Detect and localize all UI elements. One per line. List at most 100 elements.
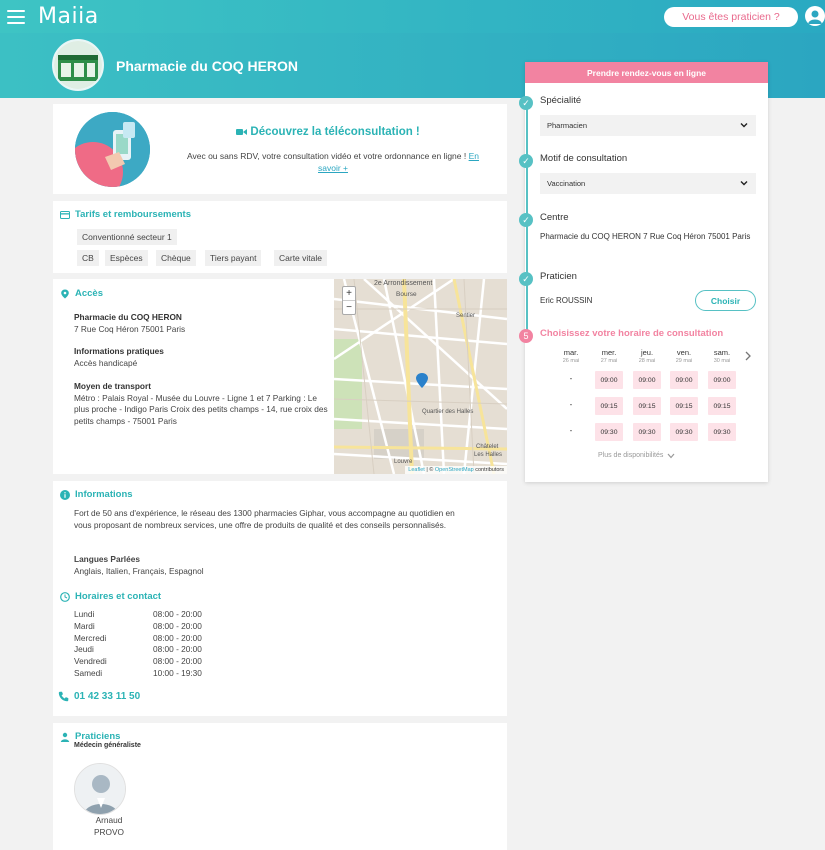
payment-chip: Carte vitale	[274, 250, 327, 266]
centre-label: Centre	[540, 212, 569, 223]
time-slot-button[interactable]: 09:30	[633, 423, 661, 441]
sector-chip: Conventionné secteur 1	[77, 229, 177, 245]
map-label: Bourse	[396, 291, 417, 298]
step-check-icon: ✓	[519, 213, 533, 227]
calendar-day-header: sam. 30 mai	[713, 348, 731, 364]
map-label: Châtelet	[476, 444, 499, 450]
languages-block: Langues Parlées Anglais, Italien, França…	[74, 553, 204, 577]
calendar-day-header: jeu. 28 mai	[638, 348, 656, 364]
time-slot-button[interactable]: 09:15	[670, 397, 698, 415]
informations-text: Fort de 50 ans d'expérience, le réseau d…	[74, 508, 455, 530]
hours-row: Mardi 08:00 - 20:00	[74, 620, 202, 631]
pro-button[interactable]: Vous êtes praticien ?	[664, 7, 798, 27]
page-title: Pharmacie du COQ HERON	[116, 58, 299, 74]
languages-value: Anglais, Italien, Français, Espagnol	[74, 566, 204, 576]
acces-info-block: Informations pratiques Accès handicapé	[74, 346, 334, 369]
teleconsult-text: Avec ou sans RDV, votre consultation vid…	[186, 151, 480, 173]
time-slot-button[interactable]: 09:00	[595, 371, 623, 389]
top-bar: Maiia Vous êtes praticien ?	[0, 0, 825, 33]
video-camera-icon	[236, 129, 248, 135]
location-map[interactable]: 2e Arrondissement Bourse Sentier Quartie…	[334, 279, 507, 474]
phone-number[interactable]: 01 42 33 11 50	[58, 691, 140, 702]
calendar-day-header: mer. 27 mai	[600, 348, 618, 364]
acces-name: Pharmacie du COQ HERON	[74, 312, 182, 322]
hours-row: Vendredi 08:00 - 20:00	[74, 656, 202, 667]
acces-transport-value: Métro : Palais Royal - Musée du Louvre -…	[74, 392, 328, 426]
teleconsult-illustration	[75, 112, 150, 187]
choose-practitioner-button[interactable]: Choisir	[695, 290, 756, 311]
time-slot-button[interactable]: 09:30	[670, 423, 698, 441]
practitioner-name[interactable]: Arnaud PROVO	[74, 815, 144, 838]
phone-icon	[58, 691, 69, 702]
payment-chip: Tiers payant	[205, 250, 262, 266]
praticiens-card: Praticiens Médecin généraliste Arnaud PR…	[53, 723, 507, 850]
chevron-down-icon	[667, 453, 675, 458]
clock-icon	[60, 591, 70, 602]
time-slot-button[interactable]: 09:15	[633, 397, 661, 415]
maiia-logo[interactable]: Maiia	[38, 4, 99, 29]
info-icon	[60, 489, 70, 500]
booking-header: Prendre rendez-vous en ligne	[525, 62, 768, 83]
practitioner-avatar[interactable]	[74, 763, 126, 815]
time-slot-button[interactable]: 09:00	[633, 371, 661, 389]
doctor-icon	[60, 732, 70, 742]
zoom-out-button[interactable]: −	[343, 301, 355, 315]
time-slot-button[interactable]: 09:00	[708, 371, 736, 389]
payment-chip: Chèque	[156, 250, 196, 266]
time-slot-button[interactable]: 09:15	[595, 397, 623, 415]
time-slot-button[interactable]: 09:15	[708, 397, 736, 415]
time-slot-button[interactable]: 09:30	[595, 423, 623, 441]
booking-panel: Prendre rendez-vous en ligne ✓ Spécialit…	[519, 62, 768, 482]
more-availability-link[interactable]: Plus de disponibilités	[598, 452, 675, 459]
menu-icon[interactable]	[7, 10, 25, 24]
acces-card: Accès Pharmacie du COQ HERON 7 Rue Coq H…	[53, 279, 507, 474]
informations-title: Informations	[60, 489, 133, 500]
teleconsult-card: Découvrez la téléconsultation ! Avec ou …	[53, 104, 507, 194]
hours-row: Samedi 10:00 - 19:30	[74, 667, 202, 678]
acces-address-block: Pharmacie du COQ HERON 7 Rue Coq Héron 7…	[74, 312, 334, 335]
chevron-down-icon	[740, 123, 748, 128]
no-slot: -	[569, 426, 573, 435]
teleconsult-title: Découvrez la téléconsultation !	[173, 126, 483, 138]
hours-row: Mercredi 08:00 - 20:00	[74, 632, 202, 643]
payment-chip: Espèces	[105, 250, 148, 266]
acces-info-label: Informations pratiques	[74, 346, 164, 356]
praticiens-subtitle: Médecin généraliste	[74, 742, 141, 749]
acces-transport-block: Moyen de transport Métro : Palais Royal …	[74, 381, 334, 427]
zoom-in-button[interactable]: +	[343, 287, 355, 301]
time-slot-button[interactable]: 09:00	[670, 371, 698, 389]
hours-row: Lundi 08:00 - 20:00	[74, 609, 202, 619]
informations-card: Informations Fort de 50 ans d'expérience…	[53, 481, 507, 716]
map-label: Louvre	[394, 459, 413, 465]
location-pin-icon	[61, 289, 69, 298]
credit-card-icon	[60, 210, 70, 219]
horaires-title: Horaires et contact	[60, 591, 161, 602]
acces-address: 7 Rue Coq Héron 75001 Paris	[74, 323, 186, 334]
user-icon[interactable]	[805, 6, 825, 26]
acces-info-value: Accès handicapé	[74, 357, 138, 368]
map-label: Sentier	[456, 313, 476, 319]
specialite-select[interactable]: Pharmacien	[540, 115, 756, 136]
hours-row: Jeudi 08:00 - 20:00	[74, 644, 202, 655]
map-label: 2e Arrondissement	[374, 280, 433, 287]
chevron-right-icon[interactable]	[744, 351, 752, 361]
leaflet-link[interactable]: Leaflet	[408, 467, 425, 473]
step-check-icon: ✓	[519, 154, 533, 168]
map-label: Les Halles	[474, 452, 503, 458]
time-slot-button[interactable]: 09:30	[708, 423, 736, 441]
centre-value: Pharmacie du COQ HERON 7 Rue Coq Héron 7…	[540, 232, 751, 241]
map-label: Quartier des Halles	[422, 409, 474, 415]
praticien-value: Eric ROUSSIN	[540, 296, 593, 305]
map-zoom-control: + −	[342, 286, 356, 315]
languages-label: Langues Parlées	[74, 554, 140, 564]
tarifs-title: Tarifs et remboursements	[60, 209, 191, 220]
motif-select[interactable]: Vaccination	[540, 173, 756, 194]
acces-transport-label: Moyen de transport	[74, 381, 151, 391]
osm-link[interactable]: OpenStreetMap	[435, 467, 474, 473]
calendar-day-header: mar. 26 mai	[562, 348, 580, 364]
payment-chip: CB	[77, 250, 99, 266]
step-check-icon: ✓	[519, 272, 533, 286]
pharmacy-avatar	[52, 39, 104, 91]
calendar-day-header: ven. 29 mai	[675, 348, 693, 364]
praticien-label: Praticien	[540, 271, 577, 282]
